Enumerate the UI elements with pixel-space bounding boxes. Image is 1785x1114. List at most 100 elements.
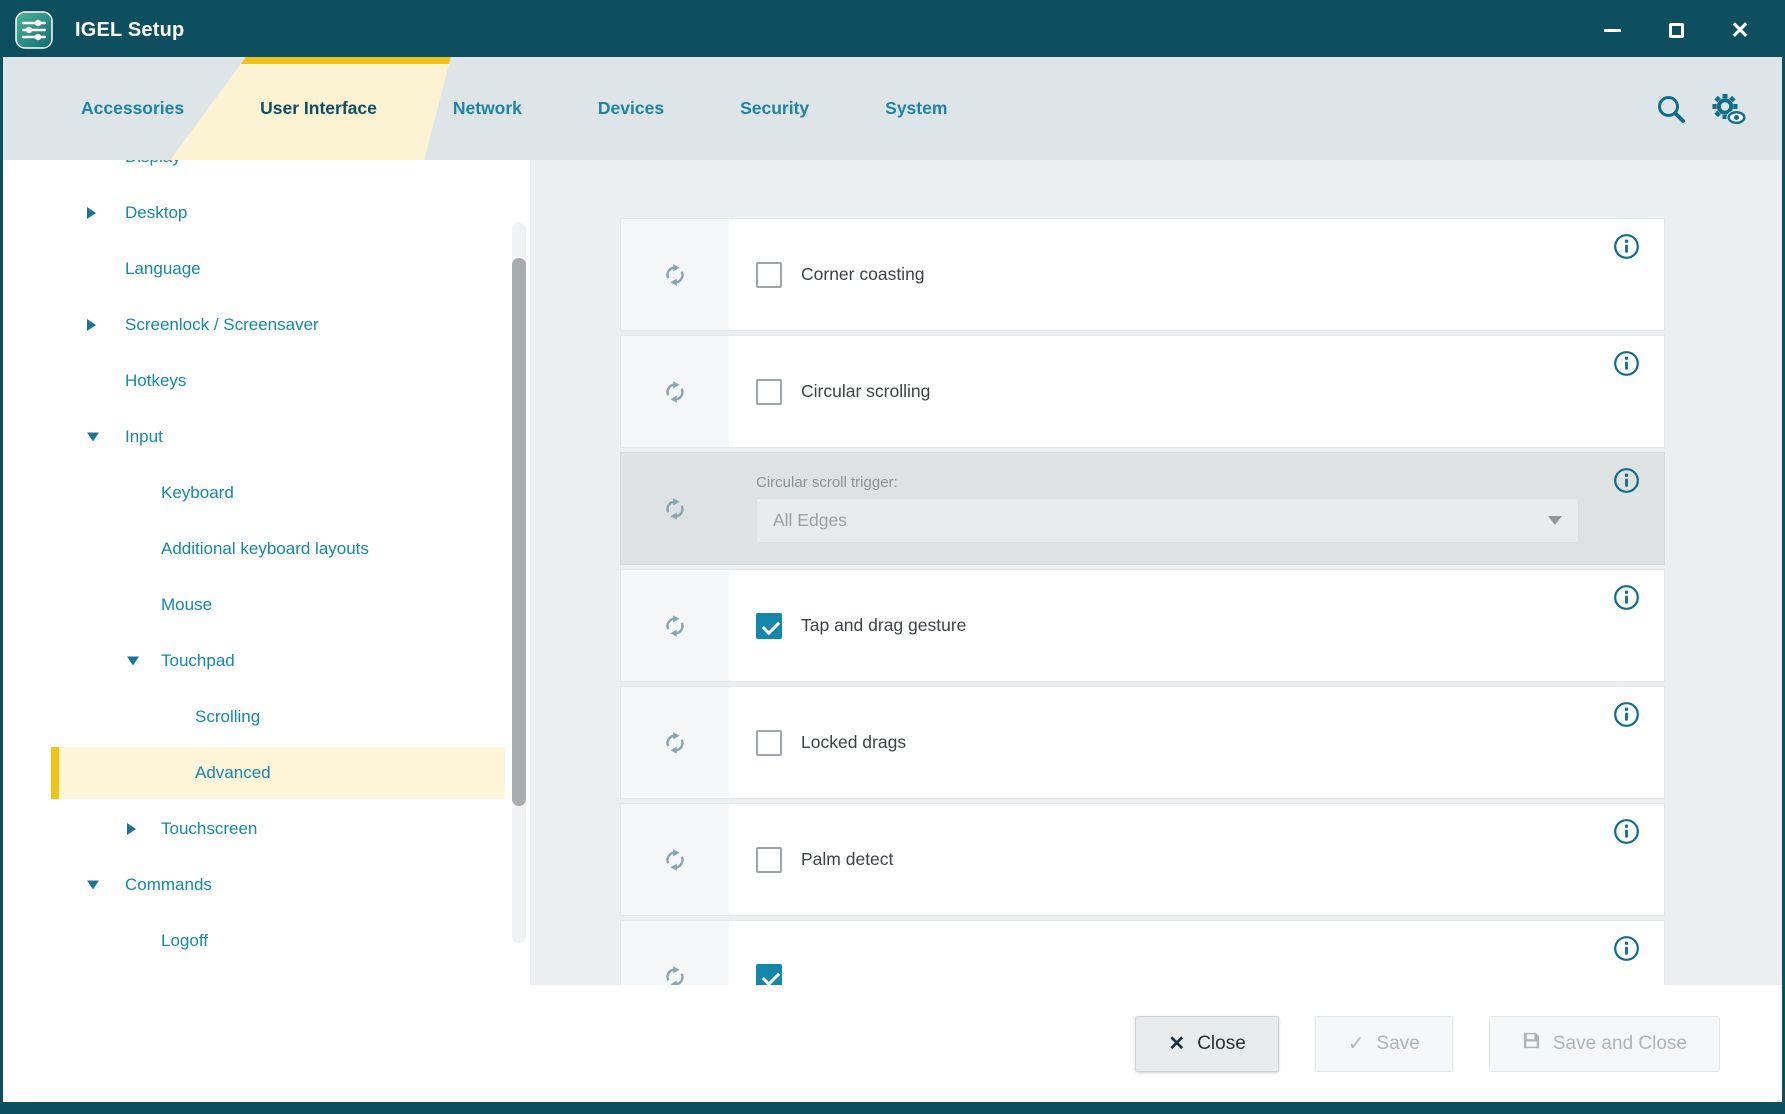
tab-network[interactable]: Network xyxy=(441,57,534,160)
gear-eye-icon xyxy=(1708,92,1748,126)
setting-row-circular-scrolling: Circular scrolling xyxy=(620,335,1665,448)
tabs: Accessories User Interface Network Devic… xyxy=(69,57,959,160)
reset-circular-arrows-icon xyxy=(660,494,690,524)
close-x-icon: ✕ xyxy=(1730,19,1749,42)
save-button-label: Save xyxy=(1377,1033,1420,1055)
checkbox-box xyxy=(756,847,782,873)
circular-scroll-trigger-select[interactable]: All Edges xyxy=(756,498,1579,543)
reset-to-default-button[interactable] xyxy=(621,570,729,681)
sidebar-item-screenlock-screensaver[interactable]: Screenlock / Screensaver xyxy=(3,297,530,353)
tab-devices[interactable]: Devices xyxy=(586,57,676,160)
footer-save-and-close-button[interactable]: Save and Close xyxy=(1489,1016,1720,1072)
info-icon xyxy=(1613,350,1640,377)
content-area: Display Desktop Language Screenlock / Sc… xyxy=(3,160,1782,985)
titlebar: IGEL Setup ✕ xyxy=(3,3,1782,57)
setting-row-tap-and-drag-gesture: Tap and drag gesture xyxy=(620,569,1665,682)
tab-system[interactable]: System xyxy=(873,57,959,160)
checkbox-label: Locked drags xyxy=(801,732,906,753)
locked-drags-checkbox[interactable]: Locked drags xyxy=(756,730,906,756)
setting-row-locked-drags: Locked drags xyxy=(620,686,1665,799)
info-icon xyxy=(1613,233,1640,260)
checkbox-box xyxy=(756,262,782,288)
setup-settings-button[interactable] xyxy=(1708,92,1748,126)
tab-bar: Accessories User Interface Network Devic… xyxy=(3,57,1782,160)
reset-to-default-button[interactable] xyxy=(621,219,729,330)
window-minimize-button[interactable] xyxy=(1600,18,1624,42)
footer-action-bar: ✕ Close ✓ Save Save and Close xyxy=(3,985,1782,1102)
chevron-down-icon xyxy=(1548,516,1562,525)
tab-security[interactable]: Security xyxy=(728,57,821,160)
sidebar-item-input[interactable]: Input xyxy=(3,409,530,465)
checkbox-box xyxy=(756,379,782,405)
sidebar-item-scrolling[interactable]: Scrolling xyxy=(3,689,530,745)
maximize-icon xyxy=(1669,23,1684,38)
check-icon: ✓ xyxy=(1348,1031,1365,1056)
app-title: IGEL Setup xyxy=(75,19,184,42)
floppy-disk-icon xyxy=(1522,1031,1541,1056)
sidebar-item-logoff[interactable]: Logoff xyxy=(3,913,530,969)
checkbox-box xyxy=(756,730,782,756)
info-icon xyxy=(1613,467,1640,494)
sidebar-item-keyboard[interactable]: Keyboard xyxy=(3,465,530,521)
reset-to-default-button[interactable] xyxy=(621,921,729,985)
reset-to-default-button[interactable] xyxy=(621,336,729,447)
window-close-button[interactable]: ✕ xyxy=(1728,18,1752,42)
info-button[interactable] xyxy=(1613,350,1640,380)
sidebar-scrollbar-thumb[interactable] xyxy=(512,258,526,806)
sidebar-item-desktop[interactable]: Desktop xyxy=(3,185,530,241)
reset-circular-arrows-icon xyxy=(660,962,690,986)
setting-row-corner-coasting: Corner coasting xyxy=(620,218,1665,331)
navigation-tree: Display Desktop Language Screenlock / Sc… xyxy=(3,160,530,985)
reset-to-default-button[interactable] xyxy=(621,804,729,915)
sidebar-item-additional-keyboard-layouts[interactable]: Additional keyboard layouts xyxy=(3,521,530,577)
tap-and-drag-gesture-checkbox[interactable]: Tap and drag gesture xyxy=(756,613,966,639)
corner-coasting-checkbox[interactable]: Corner coasting xyxy=(756,262,925,288)
search-icon xyxy=(1654,92,1688,126)
info-button[interactable] xyxy=(1613,701,1640,731)
sidebar-item-touchpad[interactable]: Touchpad xyxy=(3,633,530,689)
info-icon xyxy=(1613,584,1640,611)
sidebar-item-hotkeys[interactable]: Hotkeys xyxy=(3,353,530,409)
tab-user-interface[interactable]: User Interface xyxy=(248,57,389,160)
reset-circular-arrows-icon xyxy=(660,611,690,641)
setting-row-circular-scroll-trigger: Circular scroll trigger: All Edges xyxy=(620,452,1665,565)
igel-setup-window: IGEL Setup ✕ Accessories User Interface … xyxy=(0,0,1785,1114)
sidebar-item-advanced-selected[interactable]: Advanced xyxy=(3,745,530,801)
setting-row-clipped xyxy=(620,920,1665,985)
clipped-checkbox[interactable] xyxy=(756,964,801,986)
info-button[interactable] xyxy=(1613,818,1640,848)
reset-circular-arrows-icon xyxy=(660,728,690,758)
sidebar-item-language[interactable]: Language xyxy=(3,241,530,297)
palm-detect-checkbox[interactable]: Palm detect xyxy=(756,847,893,873)
reset-circular-arrows-icon xyxy=(660,845,690,875)
footer-save-button[interactable]: ✓ Save xyxy=(1315,1016,1453,1072)
checkbox-label: Circular scrolling xyxy=(801,381,930,402)
minimize-icon xyxy=(1604,29,1621,32)
checkbox-label: Corner coasting xyxy=(801,264,925,285)
footer-close-button[interactable]: ✕ Close xyxy=(1135,1016,1278,1072)
reset-to-default-button[interactable] xyxy=(621,687,729,798)
info-button[interactable] xyxy=(1613,467,1640,497)
setting-row-palm-detect: Palm detect xyxy=(620,803,1665,916)
reset-circular-arrows-icon xyxy=(660,260,690,290)
close-button-label: Close xyxy=(1197,1033,1246,1055)
sidebar-item-display[interactable]: Display xyxy=(3,160,530,185)
settings-panel: Corner coasting Ci xyxy=(530,160,1782,985)
circular-scrolling-checkbox[interactable]: Circular scrolling xyxy=(756,379,930,405)
info-button[interactable] xyxy=(1613,935,1640,965)
info-icon xyxy=(1613,935,1640,962)
close-x-icon: ✕ xyxy=(1168,1031,1185,1056)
info-button[interactable] xyxy=(1613,584,1640,614)
sidebar-item-touchscreen[interactable]: Touchscreen xyxy=(3,801,530,857)
sidebar-item-commands[interactable]: Commands xyxy=(3,857,530,913)
select-value: All Edges xyxy=(773,510,847,531)
window-maximize-button[interactable] xyxy=(1664,18,1688,42)
reset-circular-arrows-icon xyxy=(660,377,690,407)
info-button[interactable] xyxy=(1613,233,1640,263)
tab-accessories[interactable]: Accessories xyxy=(69,57,196,160)
search-button[interactable] xyxy=(1654,92,1688,126)
sidebar-item-mouse[interactable]: Mouse xyxy=(3,577,530,633)
tab-actions xyxy=(1654,57,1782,160)
save-and-close-button-label: Save and Close xyxy=(1553,1033,1687,1055)
reset-to-default-button[interactable] xyxy=(621,453,729,564)
